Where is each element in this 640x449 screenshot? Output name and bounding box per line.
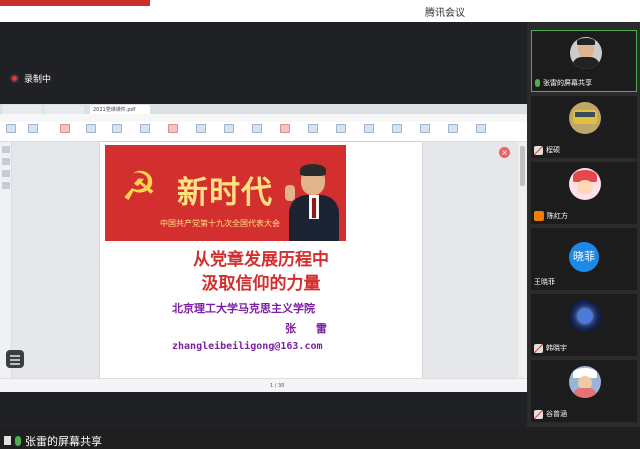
tool-icon[interactable] xyxy=(364,124,374,133)
signal-icon xyxy=(4,436,11,445)
window-edge-strip xyxy=(0,0,150,6)
tool-icon[interactable] xyxy=(28,124,38,133)
participant-tile[interactable]: 陈红方 xyxy=(531,162,637,224)
participant-tile[interactable]: 晓菲 王晓菲 xyxy=(531,228,637,290)
avatar xyxy=(569,102,601,134)
avatar xyxy=(570,37,602,69)
tool-icon[interactable] xyxy=(224,124,234,133)
hammer-sickle-icon: ☭ xyxy=(121,164,157,210)
participant-name: 张雷的屏幕共享 xyxy=(543,79,592,87)
close-icon[interactable]: × xyxy=(499,147,510,158)
avatar xyxy=(569,300,601,332)
participant-name: 王晓菲 xyxy=(534,278,555,286)
pdf-document-area: ☭ 新时代 中国共产党第十九次全国代表大会 从党章发展历程中 汲取信仰的力量 北… xyxy=(12,142,518,378)
avatar xyxy=(569,168,601,200)
banner-subtitle: 中国共产党第十九次全国代表大会 xyxy=(160,219,280,228)
screen-share-indicator: 张雷的屏幕共享 xyxy=(0,432,102,449)
tool-icon[interactable] xyxy=(140,124,150,133)
avatar xyxy=(569,366,601,398)
tool-icon[interactable] xyxy=(86,124,96,133)
recording-label: 录制中 xyxy=(24,74,52,85)
tool-icon[interactable] xyxy=(196,124,206,133)
shared-screen: 2021党课课件.pdf ☭ 新时代 中国共产党第十九次全国代表大会 从党章发展… xyxy=(0,104,527,392)
participant-name: 谷曾涵 xyxy=(546,410,567,418)
participant-sidebar: 张雷的屏幕共享 程硕 陈红方 晓菲 王晓菲 韩晓宇 谷曾涵 xyxy=(527,22,640,427)
participant-tile[interactable]: 张雷的屏幕共享 xyxy=(531,30,637,92)
screen-share-label: 张雷的屏幕共享 xyxy=(25,434,102,448)
bookmark-icon[interactable] xyxy=(2,158,10,165)
participant-tile[interactable]: 韩晓宇 xyxy=(531,294,637,356)
mic-on-icon xyxy=(535,79,540,87)
tool-icon[interactable] xyxy=(280,124,290,133)
search-icon[interactable] xyxy=(2,182,10,189)
browser-tab[interactable] xyxy=(2,105,42,114)
tool-icon[interactable] xyxy=(168,124,178,133)
slide-banner: ☭ 新时代 中国共产党第十九次全国代表大会 xyxy=(105,145,346,241)
participant-tile[interactable]: 谷曾涵 xyxy=(531,360,637,422)
participant-caption: 陈红方 xyxy=(534,211,568,221)
participant-caption: 张雷的屏幕共享 xyxy=(535,78,592,88)
mic-on-icon xyxy=(15,435,21,446)
mic-off-icon xyxy=(534,409,543,419)
browser-tab[interactable] xyxy=(44,105,84,114)
participant-caption: 王晓菲 xyxy=(534,277,555,287)
participant-name: 程硕 xyxy=(546,146,560,154)
window-title: 腾讯会议 xyxy=(425,8,465,19)
slide-title-line1: 从党章发展历程中 xyxy=(193,250,329,270)
pdf-toolbar-ribbon xyxy=(0,122,527,142)
pdf-menubar xyxy=(0,114,527,122)
participant-caption: 程硕 xyxy=(534,145,560,155)
tool-icon[interactable] xyxy=(476,124,486,133)
thumbnail-icon[interactable] xyxy=(2,146,10,153)
participant-name: 韩晓宇 xyxy=(546,344,567,352)
scrollbar-thumb[interactable] xyxy=(520,146,525,186)
browser-tab-strip: 2021党课课件.pdf xyxy=(0,104,527,114)
slide-page: ☭ 新时代 中国共产党第十九次全国代表大会 从党章发展历程中 汲取信仰的力量 北… xyxy=(100,142,422,378)
browser-tab-active[interactable]: 2021党课课件.pdf xyxy=(90,105,150,114)
banner-title: 新时代 xyxy=(177,175,273,211)
vertical-scrollbar[interactable] xyxy=(518,142,527,378)
pdf-statusbar: 1 / 30 xyxy=(0,378,527,392)
title-bar: 腾讯会议 xyxy=(0,0,640,22)
avatar: 晓菲 xyxy=(569,242,599,272)
annotation-icon[interactable] xyxy=(2,170,10,177)
pdf-left-panel xyxy=(0,142,12,378)
host-badge-icon xyxy=(534,211,544,221)
slide-title-line2: 汲取信仰的力量 xyxy=(201,274,321,294)
tool-icon[interactable] xyxy=(112,124,122,133)
recording-indicator[interactable]: 录制中 xyxy=(10,70,51,86)
mic-off-icon xyxy=(534,145,543,155)
slide-email: zhangleibeiligong@163.com xyxy=(172,341,323,352)
main-stage: 录制中 2021党课课件.pdf ☭ 新时代 中国共产党第十九次全国代表大会 从… xyxy=(0,22,527,448)
record-dot-icon xyxy=(10,73,19,83)
slide-institution: 北京理工大学马克思主义学院 xyxy=(172,302,315,315)
participant-caption: 谷曾涵 xyxy=(534,409,567,419)
leader-portrait xyxy=(285,163,343,241)
tool-icon[interactable] xyxy=(308,124,318,133)
tool-icon[interactable] xyxy=(336,124,346,133)
tool-icon[interactable] xyxy=(420,124,430,133)
tool-icon[interactable] xyxy=(448,124,458,133)
participant-caption: 韩晓宇 xyxy=(534,343,567,353)
slide-presenter: 张 雷 xyxy=(285,322,335,335)
tool-icon[interactable] xyxy=(252,124,262,133)
page-indicator[interactable]: 1 / 30 xyxy=(270,383,284,389)
tool-icon[interactable] xyxy=(60,124,70,133)
participant-name: 陈红方 xyxy=(547,212,568,220)
menu-list-icon[interactable] xyxy=(6,350,24,368)
tool-icon[interactable] xyxy=(6,124,16,133)
mic-off-icon xyxy=(534,343,543,353)
tool-icon[interactable] xyxy=(392,124,402,133)
participant-tile[interactable]: 程硕 xyxy=(531,96,637,158)
